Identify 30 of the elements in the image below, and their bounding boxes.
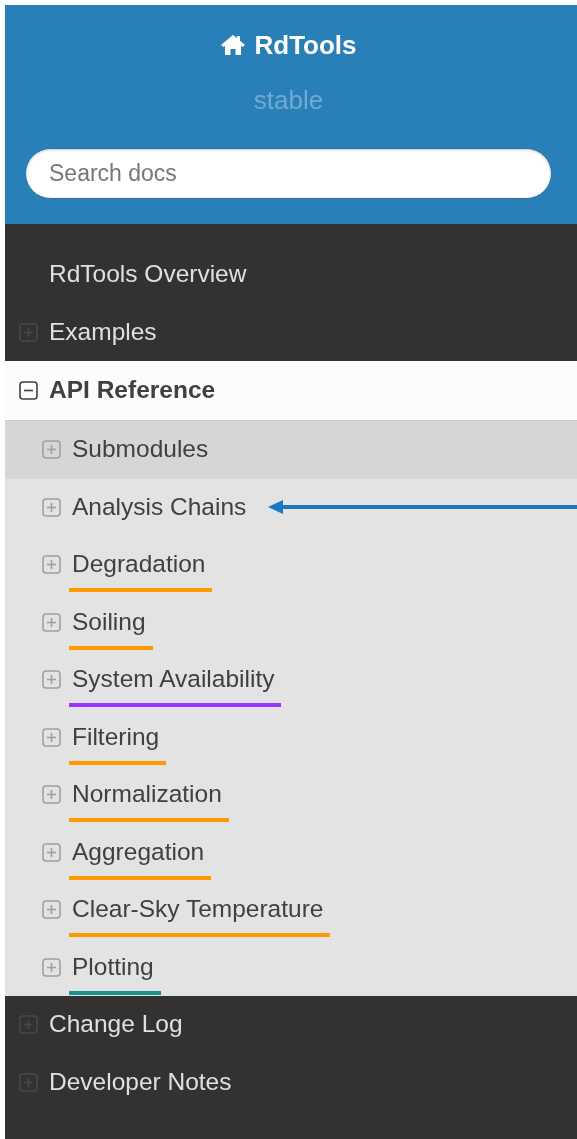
nav-item[interactable]: Examples <box>5 303 577 361</box>
nav-subitem[interactable]: Soiling <box>5 593 577 651</box>
expand-icon[interactable] <box>42 670 61 690</box>
expand-icon[interactable] <box>42 900 61 920</box>
expand-icon[interactable] <box>42 612 61 632</box>
nav-subitem[interactable]: Plotting <box>5 938 577 996</box>
nav-item[interactable]: Change Log <box>5 996 577 1054</box>
nav-subitem[interactable]: Normalization <box>5 766 577 824</box>
nav-item[interactable]: RdTools Overview <box>5 246 577 304</box>
nav-item[interactable]: API Reference <box>5 361 577 421</box>
nav-item[interactable]: Developer Notes <box>5 1053 577 1111</box>
search-field[interactable]: Search docs <box>25 148 552 199</box>
nav-subitem[interactable]: Clear-Sky Temperature <box>5 881 577 939</box>
expand-icon[interactable] <box>42 957 61 977</box>
nav-subitem[interactable]: System Availability <box>5 651 577 709</box>
nav-subitem[interactable]: Filtering <box>5 708 577 766</box>
nav-subitem[interactable]: Aggregation <box>5 823 577 881</box>
home-link[interactable]: RdTools <box>220 27 357 63</box>
collapse-icon[interactable] <box>19 381 38 400</box>
nav-subitem[interactable]: Submodules <box>5 421 577 479</box>
nav-subitem[interactable]: Degradation <box>5 536 577 594</box>
expand-icon[interactable] <box>42 785 61 805</box>
expand-icon[interactable] <box>42 842 61 862</box>
expand-icon[interactable] <box>42 727 61 747</box>
expand-icon[interactable] <box>42 440 61 460</box>
expand-icon[interactable] <box>42 555 61 575</box>
nav-subitem[interactable]: Analysis Chains <box>5 478 577 536</box>
home-icon <box>220 34 247 56</box>
expand-icon[interactable] <box>42 497 61 517</box>
version-label: stable <box>253 84 324 117</box>
